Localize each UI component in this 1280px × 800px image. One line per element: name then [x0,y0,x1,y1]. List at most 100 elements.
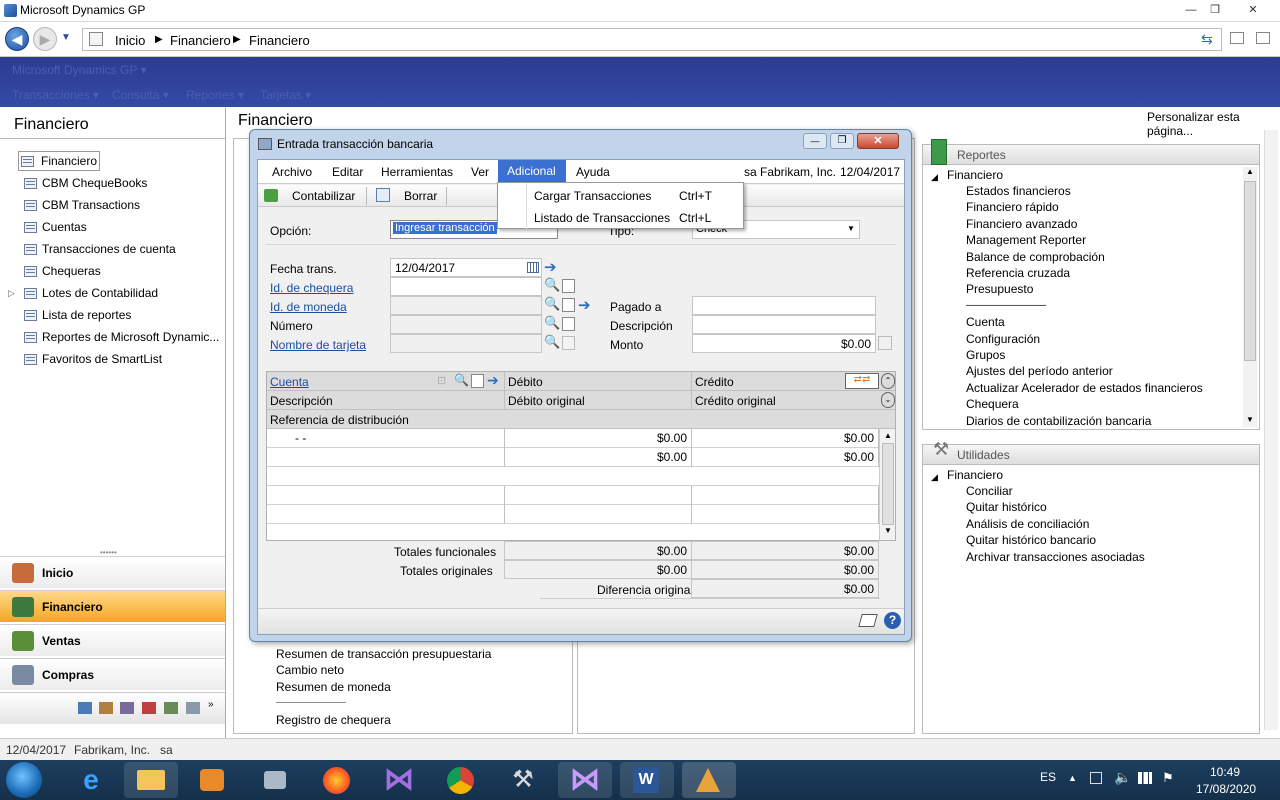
reportes-root[interactable]: Financiero [947,167,1003,183]
col-cuenta[interactable]: Cuenta [270,375,309,389]
nav-button-financiero[interactable]: Financiero [0,590,225,622]
clock-time[interactable]: 10:49 [1210,765,1240,779]
list-item[interactable]: Ajustes del período anterior [966,363,1203,379]
admin-icon[interactable] [186,702,200,714]
language-indicator[interactable]: ES [1040,770,1056,784]
manufacturing-icon[interactable] [142,702,156,714]
nav-button-ventas[interactable]: Ventas [0,624,225,656]
list-item[interactable]: Management Reporter [966,232,1203,248]
delete-button[interactable]: Borrar [404,189,437,203]
checkbox[interactable] [562,336,575,350]
payroll-icon[interactable] [120,702,134,714]
list-item[interactable]: Análisis de conciliación [966,516,1145,532]
descripcion-input[interactable] [692,315,876,334]
list-item[interactable]: Resumen de moneda [276,679,491,695]
explorer-icon[interactable] [124,762,178,798]
new-icon[interactable] [471,374,484,388]
help-icon[interactable]: ? [884,612,901,629]
list-item[interactable]: Presupuesto [966,281,1203,297]
table-row[interactable] [267,486,879,505]
list-item[interactable]: Diarios de contabilización bancaria [966,413,1203,429]
project-icon[interactable] [164,702,178,714]
close-button[interactable]: ✕ [1242,2,1264,18]
list-item[interactable]: Quitar histórico bancario [966,532,1145,548]
inventory-icon[interactable] [99,702,113,714]
lookup-icon[interactable]: 🔍 [544,277,560,293]
menu-item-listado-transacciones[interactable]: Listado de Transacciones [534,211,670,225]
collapse-icon[interactable]: ◢ [931,172,938,183]
nav-item-cbm-transactions[interactable]: CBM Transactions [22,196,140,216]
nav-item-favoritos-smartlist[interactable]: Favoritos de SmartList [22,350,162,370]
menu-ayuda[interactable]: Ayuda [576,165,610,179]
menu-tarjetas[interactable]: Tarjetas ▾ [260,88,311,102]
firefox-icon[interactable] [310,762,364,798]
list-item[interactable]: Conciliar [966,483,1145,499]
chequera-input[interactable] [390,277,542,296]
breadcrumb-financiero[interactable]: Financiero [170,33,231,48]
breadcrumb-home[interactable]: Inicio [115,33,145,48]
new-icon[interactable] [562,298,575,312]
back-button[interactable]: ◀ [5,27,29,51]
list-item[interactable]: Cambio neto [276,662,491,678]
clock-date[interactable]: 17/08/2020 [1196,782,1256,796]
nav-item-chequeras[interactable]: Chequeras [22,262,101,282]
collapse-up-icon[interactable]: ⌃ [881,373,895,389]
chrome-icon[interactable] [434,762,488,798]
dialog-minimize-button[interactable]: — [803,133,827,149]
customize-page-link[interactable]: Personalizar esta página... [1147,110,1280,138]
action-center-icon[interactable]: ⚑ [1162,770,1174,786]
moneda-label[interactable]: Id. de moneda [270,300,347,314]
menu-consulta[interactable]: Consulta ▾ [112,88,169,102]
menu-editar[interactable]: Editar [332,165,363,179]
chequera-label[interactable]: Id. de chequera [270,281,353,295]
dialog-maximize-button[interactable]: ❐ [830,133,854,149]
menu-herramientas[interactable]: Herramientas [381,165,453,179]
list-item[interactable]: Configuración [966,331,1203,347]
collapse-icon[interactable]: ◢ [931,472,938,483]
list-item[interactable]: Financiero rápido [966,199,1203,215]
table-row[interactable] [267,467,879,486]
pagado-input[interactable] [692,296,876,315]
new-icon[interactable] [562,279,575,293]
menu-adicional[interactable]: Adicional [498,160,566,183]
configure-buttons-icon[interactable]: » [208,699,214,710]
ie-icon[interactable]: e [64,762,118,798]
dialog-close-button[interactable]: ✕ [857,133,899,149]
maximize-button[interactable]: ❐ [1204,2,1226,18]
module-icon[interactable] [78,702,92,714]
expand-icon[interactable]: ▷ [8,288,15,299]
start-button[interactable] [6,762,42,798]
arrow-right-icon[interactable]: ➔ [544,258,557,276]
table-row[interactable] [267,505,879,524]
list-item[interactable]: Financiero avanzado [966,216,1203,232]
network-icon[interactable] [1138,772,1152,784]
device-icon[interactable] [1090,772,1102,784]
breadcrumb-current[interactable]: Financiero [249,33,310,48]
table-row[interactable]: $0.00 $0.00 [267,448,879,467]
table-row[interactable]: - - $0.00 $0.00 [267,429,879,448]
nav-item-cuentas[interactable]: Cuentas [22,218,87,238]
app-icon-taskbar[interactable] [248,762,302,798]
distribution-toggle-icon[interactable]: ⇄⇄ [845,373,879,389]
list-item[interactable]: Grupos [966,347,1203,363]
new-icon[interactable] [562,317,575,331]
nav-item-reportes-dynamics[interactable]: Reportes de Microsoft Dynamic... [22,328,219,348]
nav-button-compras[interactable]: Compras [0,658,225,690]
tools-taskbar-icon[interactable]: ⚒ [496,762,550,798]
panel-icon[interactable] [1256,32,1270,44]
list-item[interactable]: Resumen de transacción presupuestaria [276,646,491,662]
nav-item-lotes-contabilidad[interactable]: Lotes de Contabilidad [22,284,158,304]
menu-ver[interactable]: Ver [471,165,489,179]
list-item[interactable]: Chequera [966,396,1203,412]
forward-button[interactable]: ▶ [33,27,57,51]
expand-grid-icon[interactable]: ⊡ [437,374,446,387]
refresh-icon[interactable]: ⇆ [1201,31,1213,48]
menu-transacciones[interactable]: Transacciones ▾ [12,88,99,102]
utilidades-root[interactable]: Financiero [947,467,1003,483]
arrow-right-icon[interactable]: ➔ [578,296,591,314]
dynamics-gp-icon[interactable] [682,762,736,798]
menu-item-cargar-transacciones[interactable]: Cargar Transacciones [534,189,651,203]
word-icon[interactable]: W [620,762,674,798]
list-item[interactable]: Balance de comprobación [966,249,1203,265]
list-item[interactable]: Registro de chequera [276,712,491,728]
